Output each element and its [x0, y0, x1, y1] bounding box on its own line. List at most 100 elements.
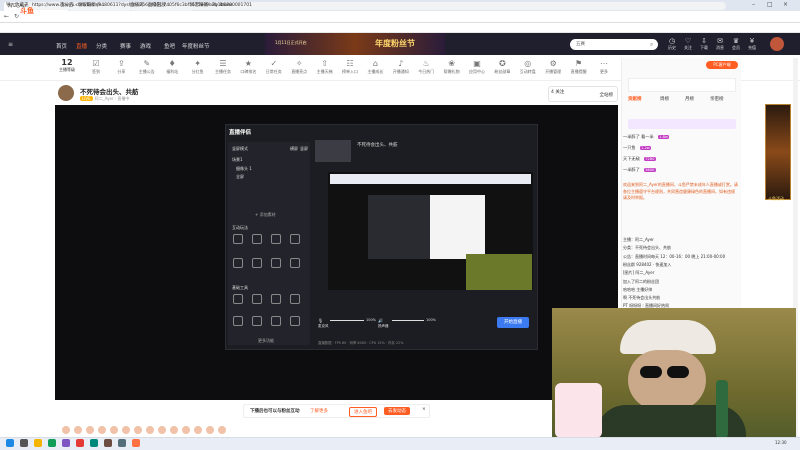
toolbar-item[interactable]: ✧ 直播亮点 [287, 58, 311, 75]
tab-intimacy[interactable]: 亲密榜 [710, 96, 724, 102]
app-tool-icon[interactable] [271, 234, 281, 244]
app-tool-icon[interactable] [233, 316, 243, 326]
nav-home[interactable]: 首页 [56, 42, 67, 50]
app-tool-icon[interactable] [233, 258, 243, 268]
toolbar-item[interactable]: ❀ 帮赠礼物 [440, 58, 464, 75]
tip-close-icon[interactable]: × [422, 407, 426, 412]
follow-card[interactable]: 4 关注 全站榜 [548, 86, 618, 102]
gift-icon[interactable] [98, 426, 106, 434]
toolbar-item[interactable]: ☑ 签到 [84, 58, 108, 75]
broadcast-cover[interactable] [315, 140, 351, 162]
gift-icon[interactable] [122, 426, 130, 434]
enter-yuba-button[interactable]: 进入鱼吧 [349, 407, 377, 417]
toolbar-item[interactable]: ♨ 今日热门 [414, 58, 438, 75]
minimize-icon[interactable]: – [752, 1, 755, 8]
bookmark-item[interactable]: 直播间 · 直播回放... [130, 2, 170, 8]
gift-icon[interactable] [62, 426, 70, 434]
app-tool-icon[interactable] [271, 258, 281, 268]
tip-more-link[interactable]: 了解更多 [310, 408, 328, 414]
toolbar-item[interactable]: ♦ 福利站 [160, 58, 184, 75]
toolbar-item[interactable]: ⇧ 主播天梯 [313, 58, 337, 75]
gift-icon[interactable] [206, 426, 214, 434]
user-avatar[interactable] [770, 37, 784, 51]
fans-rank-link[interactable]: 全站榜 [600, 92, 614, 98]
tab-landscape[interactable]: 横屏 [290, 146, 298, 152]
rank-row[interactable]: 一半醉了 3600 [623, 167, 656, 173]
toolbar-item[interactable]: ☷ 榜单入口 [338, 58, 362, 75]
video-icon[interactable] [90, 439, 98, 447]
toolbar-item[interactable]: ✦ 分红鱼 [186, 58, 210, 75]
toolbar-item[interactable]: ▣ 应用中心 [465, 58, 489, 75]
app-tool-icon[interactable] [290, 258, 300, 268]
app-tool-icon[interactable] [233, 294, 243, 304]
toolbar-item[interactable]: ✪ 粉丝勋章 [490, 58, 514, 75]
rank-row[interactable]: 天下无敌 7280 [623, 156, 656, 162]
search-icon[interactable] [20, 439, 28, 447]
tab-month[interactable]: 月榜 [685, 96, 694, 102]
toolbar-item[interactable]: ♪ 开播通知 [389, 58, 413, 75]
nav-category[interactable]: 分类 [96, 42, 107, 50]
refresh-icon[interactable]: ↻ [14, 13, 19, 20]
app-tool-icon[interactable] [252, 294, 262, 304]
tab-portrait[interactable]: 竖屏 [300, 146, 308, 152]
back-icon[interactable]: ← [4, 13, 9, 20]
download-icon[interactable]: ⇩ 下载 [697, 37, 711, 51]
tab-week[interactable]: 周榜 [660, 96, 669, 102]
speaker-icon[interactable]: 🔊 [378, 318, 383, 323]
music-icon[interactable] [76, 439, 84, 447]
windows-icon[interactable] [6, 439, 14, 447]
speaker-volume-slider[interactable] [392, 320, 424, 321]
bookmark-item[interactable]: 百分百 · 领取最新小... [60, 2, 105, 8]
side-ad[interactable] [765, 104, 791, 200]
tab-contribution[interactable]: 贡献榜 [628, 96, 642, 102]
pc-client-button[interactable]: PC客户端 [706, 61, 738, 69]
gift-icon[interactable] [146, 426, 154, 434]
nav-events[interactable]: 赛事 [120, 42, 131, 50]
message-icon[interactable]: ✉ 消息 [713, 37, 727, 51]
gift-icon[interactable] [110, 426, 118, 434]
maximize-icon[interactable]: □ [767, 1, 773, 8]
files-icon[interactable] [34, 439, 42, 447]
toolbar-item[interactable]: ✓ 日常任务 [262, 58, 286, 75]
gift-icon[interactable] [74, 426, 82, 434]
app-tool-icon[interactable] [290, 316, 300, 326]
gift-icon[interactable] [170, 426, 178, 434]
nav-games[interactable]: 游戏 [140, 42, 151, 50]
app-tool-icon[interactable] [290, 234, 300, 244]
toolbar-item[interactable]: ★ 口碑排名 [236, 58, 260, 75]
mic-volume-slider[interactable] [330, 320, 364, 321]
app-tool-icon[interactable] [271, 294, 281, 304]
vip-icon[interactable]: ♛ 会员 [729, 37, 743, 51]
anchor-level[interactable]: 12 主播等级 [56, 58, 78, 73]
nav-fans-festival[interactable]: 年度粉丝节 [182, 42, 210, 50]
toolbar-item[interactable]: ✎ 主播公告 [135, 58, 159, 75]
toolbar-item[interactable]: ◎ 互动转盘 [516, 58, 540, 75]
toolbar-item[interactable]: ☰ 主播任务 [211, 58, 235, 75]
toolbar-item[interactable]: ⚑ 直播提醒 [567, 58, 591, 75]
browser-icon[interactable] [48, 439, 56, 447]
fan-club-banner[interactable] [628, 119, 736, 129]
toolbar-item[interactable]: ⌂ 主播成长 [363, 58, 387, 75]
gift-icon[interactable] [218, 426, 226, 434]
close-icon[interactable]: × [783, 1, 788, 8]
app-tool-icon[interactable] [252, 316, 262, 326]
toolbar-item[interactable]: ⋯ 更多 [592, 58, 616, 75]
recharge-icon[interactable]: ¥ 充值 [745, 37, 759, 51]
gift-icon[interactable] [158, 426, 166, 434]
gift-icon[interactable] [86, 426, 94, 434]
streamer-avatar[interactable] [58, 85, 74, 101]
mic-icon[interactable]: 🎙 [318, 318, 323, 323]
toolbar-item[interactable]: ⇪ 分享 [109, 58, 133, 75]
app-tool-icon[interactable] [252, 234, 262, 244]
gift-icon[interactable] [194, 426, 202, 434]
chat-icon[interactable] [62, 439, 70, 447]
menu-icon[interactable]: ≡ [8, 41, 13, 48]
gift-icon[interactable] [182, 426, 190, 434]
nav-live[interactable]: 直播 [76, 42, 87, 50]
toolbar-item[interactable]: ⚙ 开播管理 [541, 58, 565, 75]
app-tool-icon[interactable] [271, 316, 281, 326]
bookmark-item[interactable]: 抖音赚钱 · By 8tone [190, 2, 232, 8]
mode-select[interactable]: 竖屏模式 [232, 146, 248, 152]
app-tool-icon[interactable] [233, 234, 243, 244]
app-icon[interactable] [132, 439, 140, 447]
